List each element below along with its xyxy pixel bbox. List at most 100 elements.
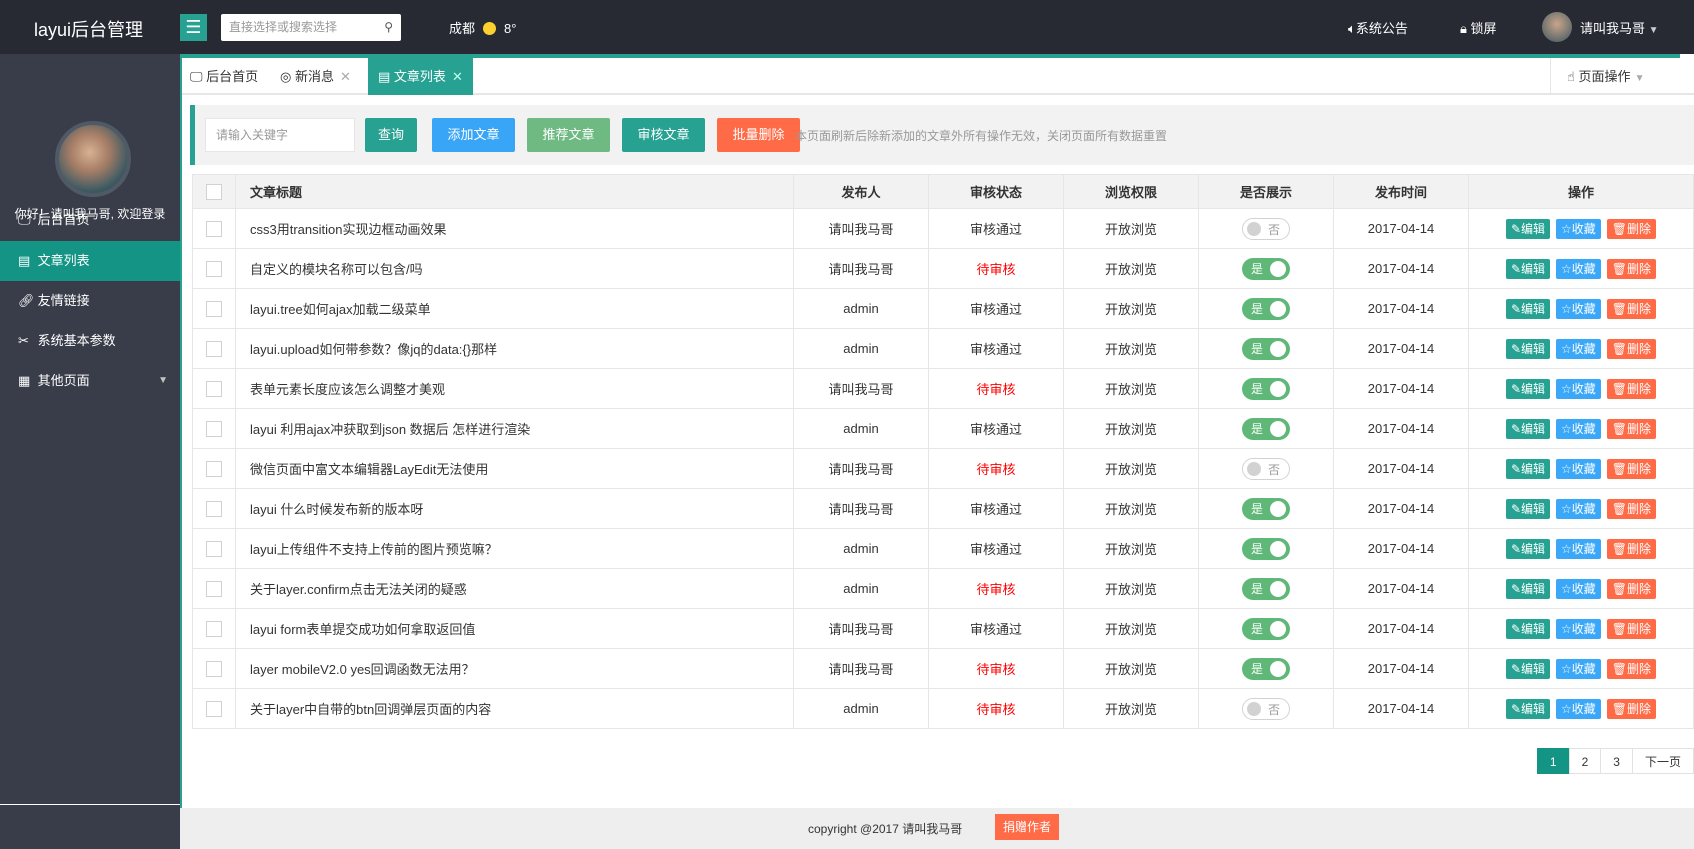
edit-button[interactable]: ✎编辑 <box>1505 378 1551 399</box>
row-checkbox[interactable] <box>206 460 222 477</box>
collect-button[interactable]: ☆收藏 <box>1556 658 1601 679</box>
search-input[interactable]: 直接选择或搜索选择 ⚲ <box>221 14 401 41</box>
lock-screen-link[interactable]: 🔒︎ 锁屏 <box>1460 18 1497 37</box>
close-icon[interactable]: ✕ <box>340 69 351 84</box>
article-title[interactable]: css3用transition实现边框动画效果 <box>235 208 794 249</box>
edit-button[interactable]: ✎编辑 <box>1505 258 1551 279</box>
sidebar-item-articles[interactable]: ▤ 文章列表 <box>0 241 180 281</box>
sidebar-item-home[interactable]: 🖵︎ 后台首页 <box>0 200 180 240</box>
row-checkbox[interactable] <box>206 700 222 717</box>
collect-button[interactable]: ☆收藏 <box>1556 378 1601 399</box>
delete-button[interactable]: 🗑︎删除 <box>1606 458 1657 479</box>
audit-button[interactable]: 审核文章 <box>622 118 705 152</box>
menu-toggle-icon[interactable]: ☰ <box>180 14 207 41</box>
delete-button[interactable]: 🗑︎删除 <box>1606 618 1657 639</box>
edit-button[interactable]: ✎编辑 <box>1505 698 1551 719</box>
article-title[interactable]: 表单元素长度应该怎么调整才美观 <box>235 368 794 409</box>
donate-button[interactable]: 捐赠作者 <box>995 814 1060 840</box>
delete-button[interactable]: 🗑︎删除 <box>1606 698 1657 719</box>
delete-button[interactable]: 🗑︎删除 <box>1606 258 1657 279</box>
edit-button[interactable]: ✎编辑 <box>1505 498 1551 519</box>
article-title[interactable]: 关于layer中自带的btn回调弹层页面的内容 <box>235 688 794 729</box>
collect-button[interactable]: ☆收藏 <box>1556 618 1601 639</box>
article-title[interactable]: layui.tree如何ajax加载二级菜单 <box>235 288 794 329</box>
edit-button[interactable]: ✎编辑 <box>1505 338 1551 359</box>
show-toggle[interactable]: 是 <box>1242 337 1290 360</box>
show-toggle[interactable]: 否 <box>1242 217 1290 240</box>
recommend-button[interactable]: 推荐文章 <box>527 118 610 152</box>
show-toggle[interactable]: 是 <box>1242 577 1290 600</box>
add-article-button[interactable]: 添加文章 <box>432 118 515 152</box>
row-checkbox[interactable] <box>206 300 222 317</box>
article-title[interactable]: layui.upload如何带参数？像jq的data:{}那样 <box>235 328 794 369</box>
keyword-input[interactable]: 请输入关键字 <box>205 118 355 152</box>
collect-button[interactable]: ☆收藏 <box>1556 498 1601 519</box>
article-title[interactable]: 关于layer.confirm点击无法关闭的疑惑 <box>235 568 794 609</box>
edit-button[interactable]: ✎编辑 <box>1505 538 1551 559</box>
show-toggle[interactable]: 是 <box>1242 257 1290 280</box>
batch-delete-button[interactable]: 批量删除 <box>717 118 800 152</box>
show-toggle[interactable]: 否 <box>1242 697 1290 720</box>
close-icon[interactable]: ✕ <box>452 69 463 84</box>
collect-button[interactable]: ☆收藏 <box>1556 298 1601 319</box>
next-page[interactable]: 下一页 <box>1631 748 1694 774</box>
edit-button[interactable]: ✎编辑 <box>1505 658 1551 679</box>
delete-button[interactable]: 🗑︎删除 <box>1606 538 1657 559</box>
article-title[interactable]: layer mobileV2.0 yes回调函数无法用？ <box>235 648 794 689</box>
row-checkbox[interactable] <box>206 580 222 597</box>
tab-articles[interactable]: ▤ 文章列表 ✕ <box>368 58 473 95</box>
row-checkbox[interactable] <box>206 380 222 397</box>
tab-home[interactable]: 🖵︎ 后台首页 <box>190 58 258 95</box>
show-toggle[interactable]: 是 <box>1242 297 1290 320</box>
show-toggle[interactable]: 否 <box>1242 457 1290 480</box>
show-toggle[interactable]: 是 <box>1242 377 1290 400</box>
delete-button[interactable]: 🗑︎删除 <box>1606 578 1657 599</box>
article-title[interactable]: layui 什么时候发布新的版本呀 <box>235 488 794 529</box>
delete-button[interactable]: 🗑︎删除 <box>1606 298 1657 319</box>
query-button[interactable]: 查询 <box>365 118 417 152</box>
edit-button[interactable]: ✎编辑 <box>1505 298 1551 319</box>
collect-button[interactable]: ☆收藏 <box>1556 338 1601 359</box>
collect-button[interactable]: ☆收藏 <box>1556 578 1601 599</box>
edit-button[interactable]: ✎编辑 <box>1505 618 1551 639</box>
row-checkbox[interactable] <box>206 540 222 557</box>
row-checkbox[interactable] <box>206 220 222 237</box>
delete-button[interactable]: 🗑︎删除 <box>1606 378 1657 399</box>
show-toggle[interactable]: 是 <box>1242 657 1290 680</box>
user-menu[interactable]: 请叫我马哥 ▼ <box>1580 18 1659 37</box>
collect-button[interactable]: ☆收藏 <box>1556 458 1601 479</box>
collect-button[interactable]: ☆收藏 <box>1556 218 1601 239</box>
article-title[interactable]: layui 利用ajax冲获取到json 数据后 怎样进行渲染 <box>235 408 794 449</box>
row-checkbox[interactable] <box>206 500 222 517</box>
notice-link[interactable]: 🔈︎系统公告 <box>1348 18 1408 37</box>
delete-button[interactable]: 🗑︎删除 <box>1606 418 1657 439</box>
collect-button[interactable]: ☆收藏 <box>1556 258 1601 279</box>
show-toggle[interactable]: 是 <box>1242 537 1290 560</box>
row-checkbox[interactable] <box>206 660 222 677</box>
show-toggle[interactable]: 是 <box>1242 617 1290 640</box>
edit-button[interactable]: ✎编辑 <box>1505 458 1551 479</box>
article-title[interactable]: 自定义的模块名称可以包含/吗 <box>235 248 794 289</box>
row-checkbox[interactable] <box>206 420 222 437</box>
delete-button[interactable]: 🗑︎删除 <box>1606 218 1657 239</box>
sidebar-item-settings[interactable]: ✂ 系统基本参数 <box>0 321 180 361</box>
article-title[interactable]: layui上传组件不支持上传前的图片预览嘛？ <box>235 528 794 569</box>
show-toggle[interactable]: 是 <box>1242 497 1290 520</box>
edit-button[interactable]: ✎编辑 <box>1505 418 1551 439</box>
edit-button[interactable]: ✎编辑 <box>1505 578 1551 599</box>
show-toggle[interactable]: 是 <box>1242 417 1290 440</box>
row-checkbox[interactable] <box>206 620 222 637</box>
article-title[interactable]: layui form表单提交成功如何拿取返回值 <box>235 608 794 649</box>
sidebar-item-other[interactable]: ▦ 其他页面 ▼ <box>0 361 180 401</box>
select-all-checkbox[interactable] <box>206 183 222 200</box>
page-operations-dropdown[interactable]: ☝ 页面操作 ▼ <box>1550 58 1680 95</box>
delete-button[interactable]: 🗑︎删除 <box>1606 338 1657 359</box>
delete-button[interactable]: 🗑︎删除 <box>1606 498 1657 519</box>
delete-button[interactable]: 🗑︎删除 <box>1606 658 1657 679</box>
user-avatar[interactable] <box>1542 12 1572 42</box>
collect-button[interactable]: ☆收藏 <box>1556 538 1601 559</box>
page-1[interactable]: 1 <box>1536 748 1570 774</box>
row-checkbox[interactable] <box>206 260 222 277</box>
page-2[interactable]: 2 <box>1568 748 1602 774</box>
page-3[interactable]: 3 <box>1600 748 1633 774</box>
